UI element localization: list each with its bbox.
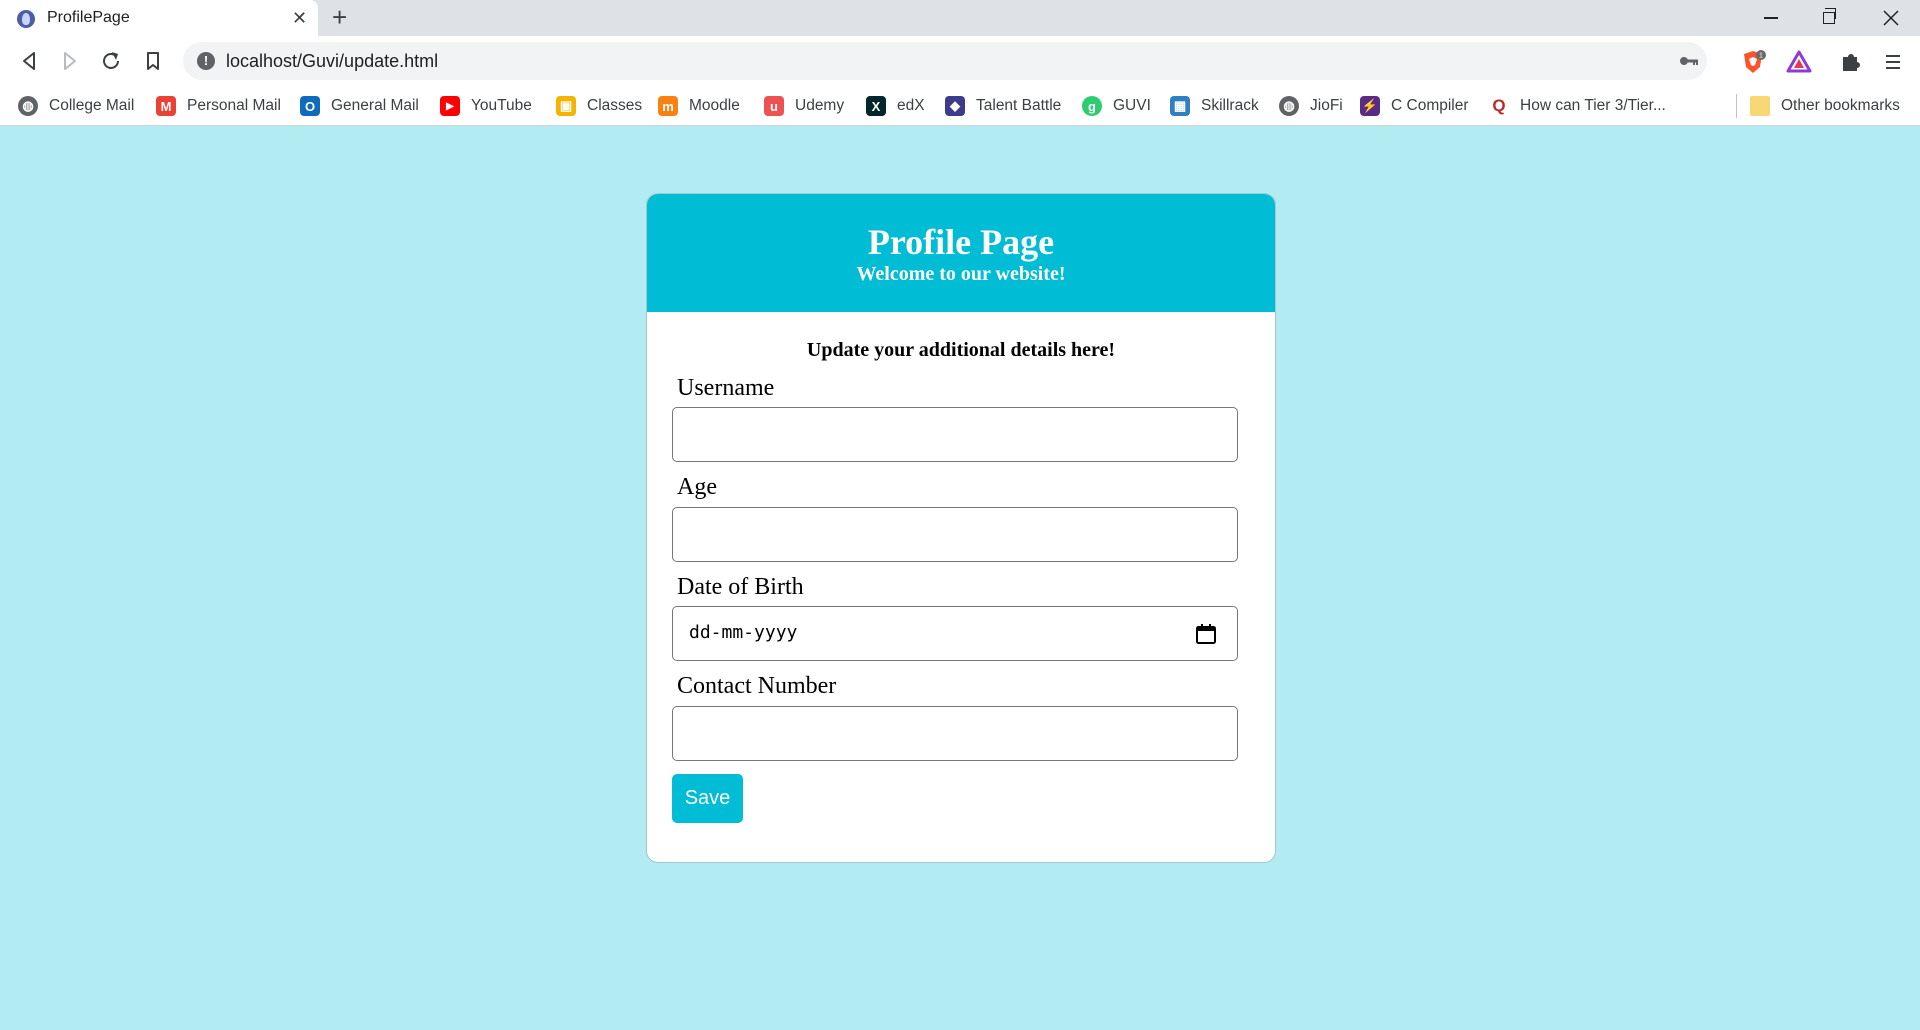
- guvi-icon: g: [1082, 96, 1102, 116]
- globe-icon: ◍: [18, 96, 38, 116]
- bookmark-quora[interactable]: Q How can Tier 3/Tier...: [1489, 94, 1666, 118]
- menu-icon[interactable]: [1880, 49, 1906, 75]
- tab-title: ProfilePage: [47, 9, 130, 26]
- minimize-button[interactable]: [1742, 0, 1800, 36]
- bookmark-label: Personal Mail: [187, 97, 281, 114]
- brave-badge-count: 1: [1759, 53, 1763, 60]
- calendar-icon[interactable]: [1195, 623, 1217, 645]
- skillrack-icon: ▦: [1170, 96, 1190, 116]
- username-input[interactable]: [672, 407, 1238, 462]
- folder-icon: [1750, 96, 1770, 116]
- talent-battle-icon: ◆: [945, 96, 965, 116]
- close-tab-icon[interactable]: ✕: [292, 7, 307, 29]
- bookmark-icon[interactable]: [140, 48, 166, 74]
- edx-icon: X: [866, 96, 886, 116]
- dob-input[interactable]: dd-mm-yyyy: [672, 606, 1238, 661]
- address-bar[interactable]: ! localhost/Guvi/update.html: [183, 42, 1707, 80]
- classroom-icon: ▣: [556, 96, 576, 116]
- bookmark-classes[interactable]: ▣ Classes: [556, 94, 642, 118]
- url-text[interactable]: localhost/Guvi/update.html: [226, 51, 438, 72]
- page-subtitle: Welcome to our website!: [856, 263, 1066, 285]
- username-label: Username: [677, 375, 775, 401]
- bookmark-label: GUVI: [1113, 97, 1151, 114]
- bookmark-label: edX: [897, 97, 925, 114]
- bookmark-personal-mail[interactable]: M Personal Mail: [156, 94, 281, 118]
- quora-icon: Q: [1492, 96, 1506, 115]
- bookmark-youtube[interactable]: ▶ YouTube: [440, 94, 532, 118]
- bookmark-label: College Mail: [49, 97, 135, 114]
- bookmark-label: C Compiler: [1391, 97, 1469, 114]
- contact-number-input[interactable]: [672, 706, 1238, 761]
- restore-button[interactable]: [1800, 0, 1858, 36]
- form-intro: Update your additional details here!: [806, 339, 1116, 361]
- bookmark-label: JioFi: [1310, 97, 1343, 114]
- dob-label: Date of Birth: [677, 574, 804, 600]
- youtube-icon: ▶: [440, 96, 460, 116]
- bookmark-talent-battle[interactable]: ◆ Talent Battle: [945, 94, 1061, 118]
- brave-shields-icon[interactable]: 1: [1740, 49, 1766, 75]
- other-bookmarks-label: Other bookmarks: [1781, 97, 1900, 114]
- bookmark-general-mail[interactable]: O General Mail: [300, 94, 419, 118]
- card-header: Profile Page Welcome to our website!: [647, 194, 1275, 312]
- age-label: Age: [677, 474, 717, 500]
- key-icon[interactable]: [1679, 53, 1699, 69]
- new-tab-button[interactable]: +: [332, 4, 347, 30]
- browser-toolbar: ! localhost/Guvi/update.html 1: [0, 36, 1920, 86]
- back-icon[interactable]: [16, 48, 42, 74]
- tab-bar: ProfilePage ✕ +: [0, 0, 1920, 36]
- bookmark-skillrack[interactable]: ▦ Skillrack: [1170, 94, 1259, 118]
- page-title: Profile Page: [867, 222, 1055, 262]
- bookmark-label: Classes: [587, 97, 643, 114]
- minimize-icon: [1764, 17, 1778, 19]
- gmail-icon: M: [156, 96, 176, 116]
- save-button[interactable]: Save: [672, 774, 743, 823]
- forward-icon[interactable]: [57, 48, 83, 74]
- bookmark-college-mail[interactable]: ◍ College Mail: [18, 94, 134, 118]
- age-input[interactable]: [672, 507, 1238, 562]
- close-icon: [1883, 10, 1899, 26]
- dob-placeholder: dd-mm-yyyy: [689, 622, 798, 643]
- bookmark-edx[interactable]: XedX: [866, 94, 925, 118]
- bookmarks-bar: ◍ College Mail M Personal Mail O General Ma…: [0, 86, 1920, 126]
- bookmark-c-compiler[interactable]: ⚡ C Compiler: [1360, 94, 1469, 118]
- restore-icon: [1823, 8, 1836, 24]
- bookmark-label: Talent Battle: [976, 97, 1062, 114]
- extensions-puzzle-icon[interactable]: [1838, 49, 1864, 75]
- site-info-icon[interactable]: !: [197, 52, 215, 70]
- close-window-button[interactable]: [1862, 0, 1920, 36]
- bookmark-guvi[interactable]: g GUVI: [1082, 94, 1151, 118]
- udemy-icon: u: [764, 96, 784, 116]
- bookmarks-separator: [1736, 94, 1737, 118]
- bookmark-jiofi[interactable]: ◍ JioFi: [1279, 94, 1343, 118]
- globe-icon: ◍: [1279, 96, 1299, 116]
- bookmark-label: YouTube: [471, 97, 532, 114]
- page-favicon-icon: [17, 10, 35, 28]
- bookmark-udemy[interactable]: u Udemy: [764, 94, 844, 118]
- contact-label: Contact Number: [677, 673, 837, 699]
- active-tab[interactable]: ProfilePage ✕: [0, 0, 318, 36]
- other-bookmarks[interactable]: Other bookmarks: [1750, 94, 1900, 118]
- bookmark-label: Skillrack: [1201, 97, 1259, 114]
- bookmark-label: How can Tier 3/Tier...: [1520, 97, 1666, 114]
- c-compiler-icon: ⚡: [1360, 96, 1380, 116]
- bookmark-moodle[interactable]: m Moodle: [658, 94, 740, 118]
- reload-icon[interactable]: [98, 48, 124, 74]
- bookmark-label: Moodle: [689, 97, 740, 114]
- moodle-icon: m: [658, 96, 678, 116]
- bookmark-label: General Mail: [331, 97, 419, 114]
- outlook-icon: O: [300, 96, 320, 116]
- bookmark-label: Udemy: [795, 97, 845, 114]
- brave-rewards-icon[interactable]: [1786, 49, 1812, 75]
- profile-card: Profile Page Welcome to our website! Upd…: [646, 193, 1276, 863]
